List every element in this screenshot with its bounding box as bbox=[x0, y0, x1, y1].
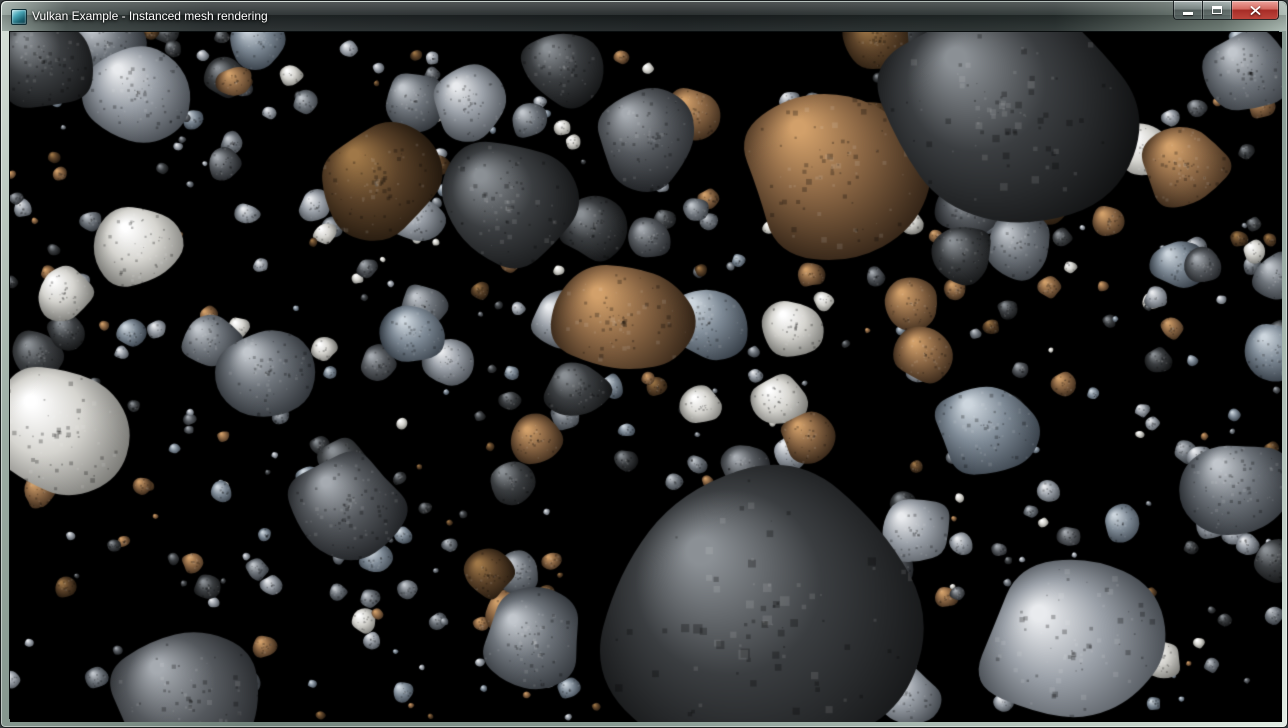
maximize-icon bbox=[1212, 6, 1222, 14]
window-controls bbox=[1173, 1, 1279, 20]
titlebar[interactable]: Vulkan Example - Instanced mesh renderin… bbox=[2, 2, 1286, 31]
close-button[interactable] bbox=[1232, 1, 1279, 20]
render-viewport bbox=[9, 31, 1279, 719]
maximize-button[interactable] bbox=[1203, 1, 1232, 20]
window-title: Vulkan Example - Instanced mesh renderin… bbox=[32, 2, 268, 31]
app-icon bbox=[11, 9, 27, 25]
app-window: Vulkan Example - Instanced mesh renderin… bbox=[0, 0, 1288, 728]
close-icon bbox=[1250, 6, 1261, 15]
render-canvas[interactable] bbox=[10, 32, 1282, 722]
minimize-icon bbox=[1183, 12, 1193, 15]
minimize-button[interactable] bbox=[1173, 1, 1203, 20]
